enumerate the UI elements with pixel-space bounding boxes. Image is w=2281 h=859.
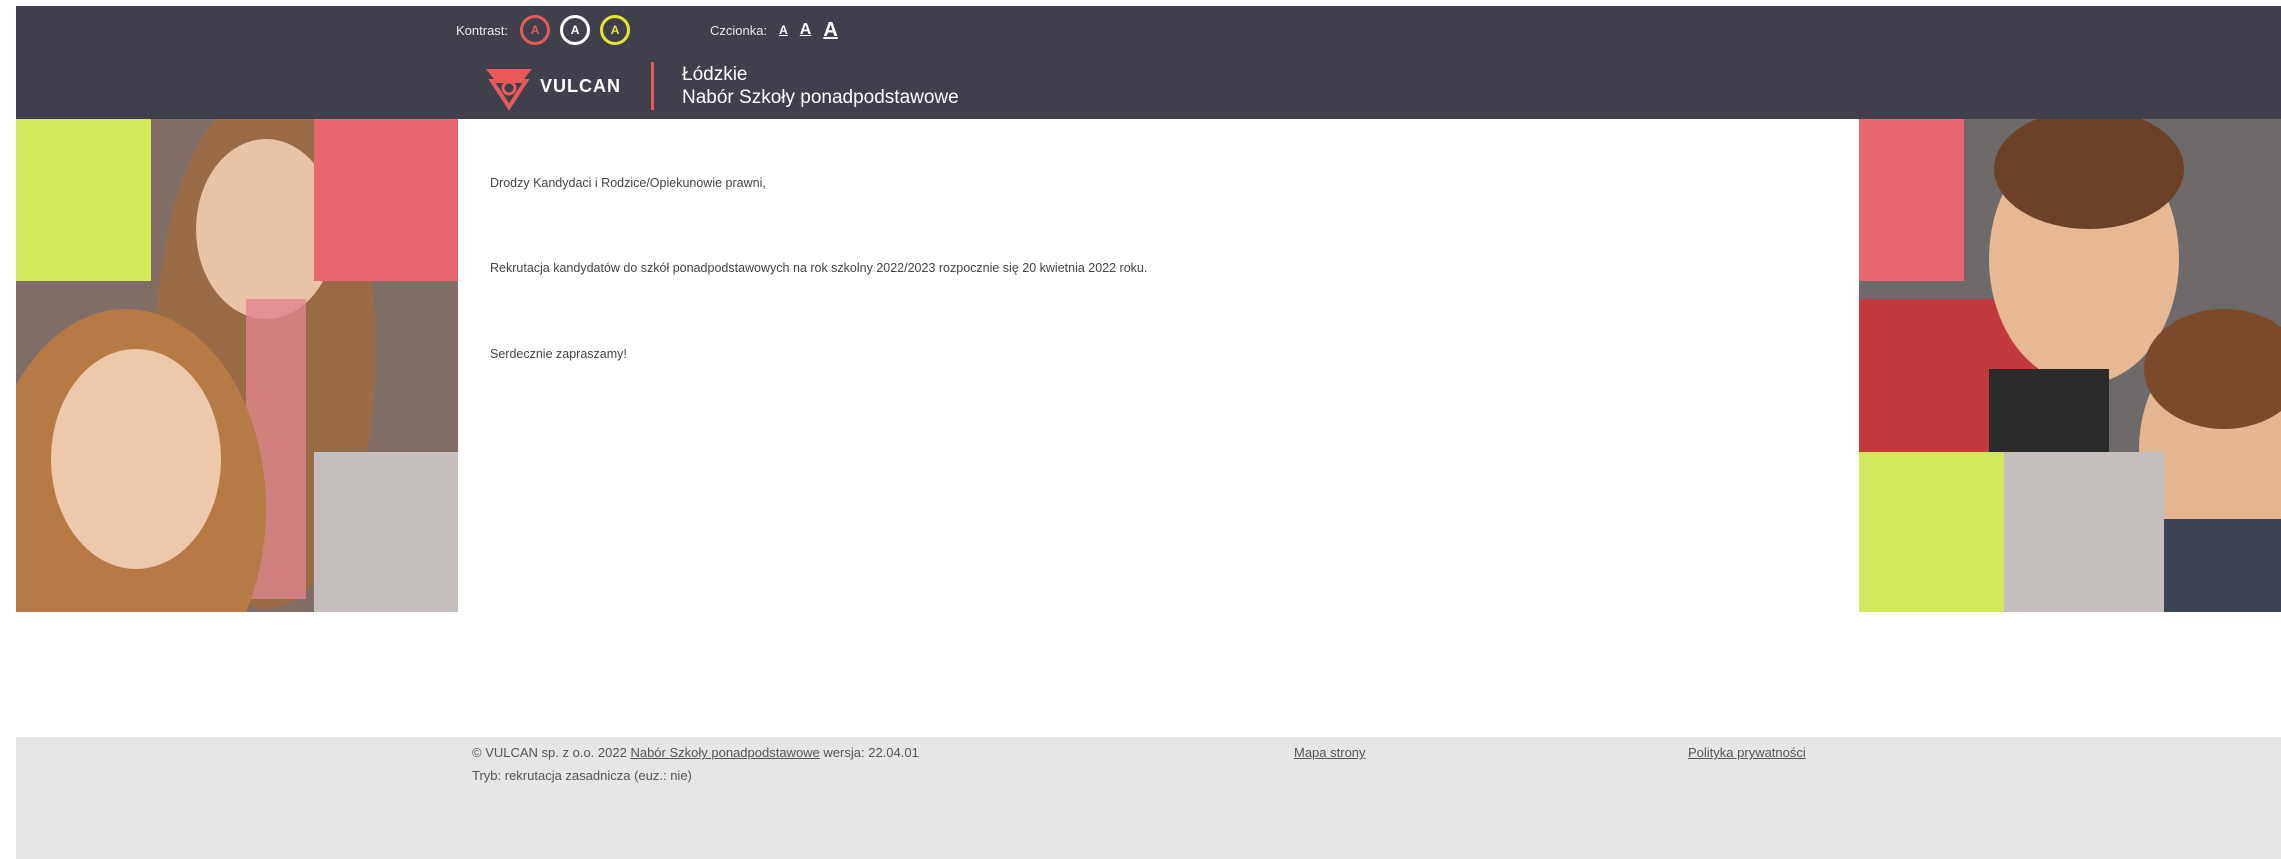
greeting-text: Drodzy Kandydaci i Rodzice/Opiekunowie p… [490,176,766,190]
brand: VULCAN Łódzkie Nabór Szkoły ponadpodstaw… [484,60,959,112]
version-text: wersja: 22.04.01 [823,745,919,760]
main-content: Drodzy Kandydaci i Rodzice/Opiekunowie p… [458,119,1859,612]
recruitment-mode-text: Tryb: rekrutacja zasadnicza (euz.: nie) [472,768,692,783]
closing-text: Serdecznie zapraszamy! [490,347,627,361]
accessibility-toolbar: Kontrast: A A A Czcionka: A A A [456,12,850,48]
product-link[interactable]: Nabór Szkoły ponadpodstawowe [630,745,819,760]
contrast-black-white-button[interactable]: A [560,15,591,45]
brand-divider [651,62,654,110]
contrast-label: Kontrast: [456,22,509,38]
copyright-text: © VULCAN sp. z o.o. 2022 [472,745,627,760]
contrast-default-button[interactable]: A [520,15,551,45]
footer-copyright-line: © VULCAN sp. z o.o. 2022 Nabór Szkoły po… [472,745,919,760]
vulcan-logo-icon[interactable] [484,61,534,111]
region-name: Łódzkie [682,64,748,85]
contrast-yellow-button[interactable]: A [600,15,631,45]
right-decorative-image [1859,119,2281,612]
header-bar [16,6,2281,119]
font-medium-button[interactable]: A [800,21,812,39]
recruitment-message: Rekrutacja kandydatów do szkół ponadpods… [490,261,1148,275]
font-large-button[interactable]: A [823,19,837,42]
logo-text: VULCAN [540,75,621,96]
privacy-policy-link[interactable]: Polityka prywatności [1688,745,1806,760]
sitemap-link[interactable]: Mapa strony [1294,745,1366,760]
brand-titles: Łódzkie Nabór Szkoły ponadpodstawowe [682,63,959,109]
system-name: Nabór Szkoły ponadpodstawowe [682,87,959,108]
font-small-button[interactable]: A [779,23,788,37]
footer: © VULCAN sp. z o.o. 2022 Nabór Szkoły po… [16,737,2281,859]
left-decorative-image [16,119,458,612]
font-size-label: Czcionka: [710,22,768,38]
